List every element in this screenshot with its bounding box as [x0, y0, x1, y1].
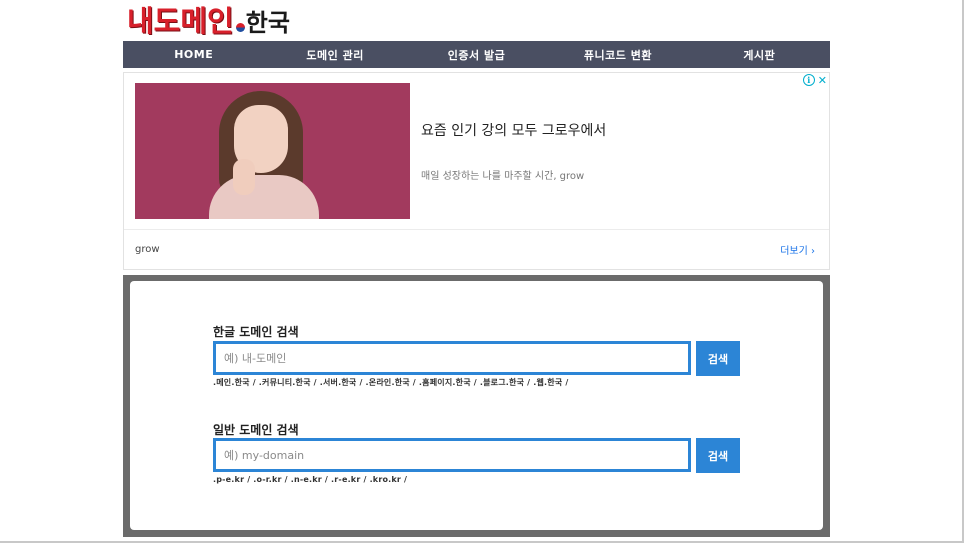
general-search-button[interactable]: 검색 — [696, 438, 740, 473]
info-icon[interactable]: i — [802, 74, 815, 86]
general-search-label: 일반 도메인 검색 — [213, 423, 299, 437]
korean-domain-input[interactable] — [213, 341, 691, 375]
ad-subtitle: 매일 성장하는 나를 마주할 시간, grow — [421, 171, 585, 182]
korean-search-button[interactable]: 검색 — [696, 341, 740, 376]
korean-search-label: 한글 도메인 검색 — [213, 325, 299, 339]
nav-certificate[interactable]: 인증서 발급 — [406, 41, 547, 68]
ad-choices: i ✕ — [802, 74, 827, 86]
close-icon[interactable]: ✕ — [818, 75, 827, 86]
nav-punycode[interactable]: 퓨니코드 변환 — [547, 41, 688, 68]
logo-dot-icon — [235, 23, 245, 32]
nav-domain-manage[interactable]: 도메인 관리 — [264, 41, 405, 68]
general-domain-input[interactable] — [213, 438, 691, 472]
main-nav: HOME 도메인 관리 인증서 발급 퓨니코드 변환 게시판 — [123, 41, 830, 68]
ad-title[interactable]: 요즘 인기 강의 모두 그로우에서 — [421, 120, 606, 140]
general-tld-list: .p-e.kr / .o-r.kr / .n-e.kr / .r-e.kr / … — [213, 475, 408, 484]
ad-banner[interactable]: 요즘 인기 강의 모두 그로우에서 매일 성장하는 나를 마주할 시간, gro… — [123, 72, 830, 270]
search-panel: 한글 도메인 검색 검색 .메인.한국 / .커뮤니티.한국 / .서버.한국 … — [123, 275, 830, 537]
logo-text: 내도메인 — [127, 4, 234, 38]
ad-brand: grow — [135, 244, 160, 255]
site-logo[interactable]: 내도메인 한국 — [127, 2, 290, 38]
korean-tld-list: .메인.한국 / .커뮤니티.한국 / .서버.한국 / .온라인.한국 / .… — [213, 378, 569, 387]
logo-suffix: 한국 — [245, 8, 290, 37]
ad-image[interactable] — [135, 83, 410, 219]
nav-home[interactable]: HOME — [123, 41, 264, 68]
nav-board[interactable]: 게시판 — [689, 41, 830, 68]
ad-more-link[interactable]: 더보기 › — [780, 242, 815, 257]
ad-divider — [124, 229, 829, 230]
search-panel-inner: 한글 도메인 검색 검색 .메인.한국 / .커뮤니티.한국 / .서버.한국 … — [130, 281, 823, 530]
